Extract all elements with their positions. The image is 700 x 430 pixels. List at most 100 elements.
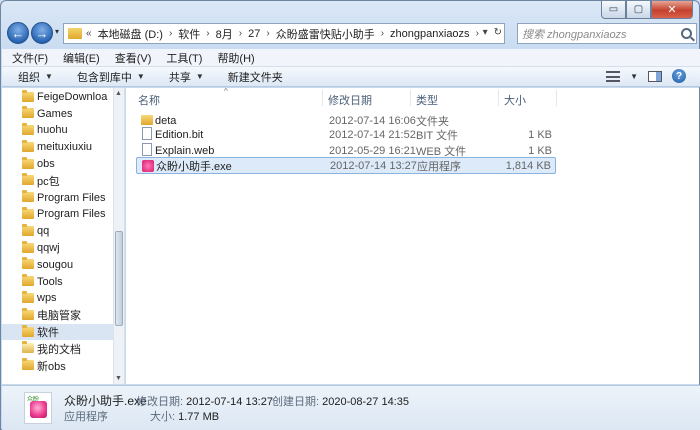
breadcrumb-separator[interactable]: › <box>476 28 479 39</box>
column-divider[interactable] <box>498 90 499 106</box>
file-modified: 2012-07-14 13:27 <box>330 159 417 172</box>
file-name: Edition.bit <box>155 128 204 141</box>
caption-buttons: ▭ ▢ ✕ <box>601 1 693 19</box>
details-modified-value: 2012-07-14 13:27 <box>186 396 273 408</box>
back-button[interactable]: ← <box>7 22 29 44</box>
nav-item-feigedownload[interactable]: FeigeDownloa <box>2 89 124 106</box>
search-placeholder: 搜索 zhongpanxiaozs <box>522 28 627 41</box>
nav-item-pc-manager[interactable]: 电脑管家 <box>2 307 124 324</box>
recent-pages-dropdown-icon[interactable]: ▾ <box>55 27 59 36</box>
nav-item-qqwj[interactable]: qqwj <box>2 240 124 257</box>
navigation-row: ← → ▾ « 本地磁盘 (D:) › 软件 › 8月 › 27 › 众盼盛雷快… <box>5 21 697 47</box>
file-modified: 2012-07-14 21:52 <box>329 128 416 141</box>
new-folder-label: 新建文件夹 <box>227 71 283 84</box>
search-icon[interactable] <box>681 28 692 39</box>
file-size: 1,814 KB <box>505 159 551 172</box>
organize-button[interactable]: 组织 ▼ <box>18 69 53 85</box>
nav-item-games[interactable]: Games <box>2 105 124 122</box>
close-icon: ✕ <box>667 4 677 16</box>
address-history-dropdown-icon[interactable]: ▾ <box>483 27 488 38</box>
column-divider[interactable] <box>556 90 557 106</box>
file-icon <box>142 127 152 140</box>
nav-item-program-files-x86[interactable]: Program Files <box>2 206 124 223</box>
breadcrumb-separator[interactable]: › <box>169 28 172 39</box>
details-modified: 修改日期: 2012-07-14 13:27 <box>136 393 273 409</box>
include-in-library-button[interactable]: 包含到库中 ▼ <box>77 69 145 85</box>
minimize-button[interactable]: ▭ <box>601 1 626 19</box>
close-button[interactable]: ✕ <box>651 1 693 19</box>
app-logo-icon <box>30 401 47 418</box>
file-row[interactable]: Edition.bit 2012-07-14 21:52 BIT 文件 1 KB <box>136 126 556 143</box>
sort-ascending-icon: ^ <box>224 87 228 96</box>
column-divider[interactable] <box>322 90 323 106</box>
maximize-button[interactable]: ▢ <box>626 1 651 19</box>
nav-item-huohu[interactable]: huohu <box>2 122 124 139</box>
chevron-down-icon: ▼ <box>45 72 53 81</box>
nav-item-software[interactable]: 软件 <box>2 323 124 341</box>
nav-item-pc-bao[interactable]: pc包 <box>2 172 124 189</box>
nav-item-label: wps <box>37 292 57 305</box>
new-folder-button[interactable]: 新建文件夹 <box>228 69 283 85</box>
folder-icon <box>22 274 34 287</box>
breadcrumb-august[interactable]: 8月 <box>216 26 233 42</box>
nav-item-label: Games <box>37 107 73 120</box>
forward-button[interactable]: → <box>31 22 53 44</box>
documents-folder-icon <box>22 341 34 354</box>
column-size[interactable]: 大小 <box>504 92 526 108</box>
scroll-down-icon[interactable]: ▼ <box>115 375 122 382</box>
share-label: 共享 <box>168 71 191 84</box>
menu-file[interactable]: 文件(F) <box>12 50 48 66</box>
command-bar: 组织 ▼ 包含到库中 ▼ 共享 ▼ 新建文件夹 ▼ ? <box>2 67 700 87</box>
column-type[interactable]: 类型 <box>416 92 438 108</box>
nav-item-label: Program Files <box>37 191 106 204</box>
file-list: ^ 名称 修改日期 类型 大小 deta 2012-07-14 16:06 文件… <box>126 87 699 384</box>
nav-item-new-obs[interactable]: 新obs <box>2 357 124 374</box>
folder-icon <box>22 173 34 186</box>
nav-item-tools[interactable]: Tools <box>2 273 124 290</box>
change-view-icon[interactable] <box>606 70 621 82</box>
nav-item-qq[interactable]: qq <box>2 223 124 240</box>
breadcrumb-separator[interactable]: › <box>266 28 269 39</box>
nav-item-obs[interactable]: obs <box>2 156 124 173</box>
nav-item-sougou[interactable]: sougou <box>2 256 124 273</box>
folder-icon <box>22 240 34 253</box>
file-row-selected[interactable]: 众盼小助手.exe 2012-07-14 13:27 应用程序 1,814 KB <box>136 157 556 174</box>
nav-item-meituxiuxiu[interactable]: meituxiuxiu <box>2 139 124 156</box>
breadcrumb-current[interactable]: zhongpanxiaozs <box>390 28 470 40</box>
breadcrumb-27[interactable]: 27 <box>248 28 260 40</box>
column-name[interactable]: 名称 <box>138 92 160 108</box>
breadcrumb-software[interactable]: 软件 <box>178 26 200 42</box>
menu-edit[interactable]: 编辑(E) <box>63 50 100 66</box>
menu-view[interactable]: 查看(V) <box>115 50 152 66</box>
details-modified-label: 修改日期: <box>136 396 184 408</box>
share-button[interactable]: 共享 ▼ <box>169 69 204 85</box>
search-box[interactable]: 搜索 zhongpanxiaozs <box>517 23 697 44</box>
nav-item-label: qq <box>37 225 50 238</box>
nav-item-label: 电脑管家 <box>37 310 81 323</box>
refresh-icon[interactable]: ↻ <box>494 27 502 38</box>
scrollbar-thumb[interactable] <box>115 231 123 326</box>
crumb-overflow[interactable]: « <box>86 28 92 39</box>
column-modified[interactable]: 修改日期 <box>328 92 372 108</box>
address-bar[interactable]: « 本地磁盘 (D:) › 软件 › 8月 › 27 › 众盼盛雷快贴小助手 ›… <box>63 23 505 44</box>
breadcrumb-separator[interactable]: › <box>206 28 209 39</box>
folder-icon <box>22 307 34 320</box>
preview-pane-icon[interactable] <box>648 70 662 82</box>
nav-item-my-documents[interactable]: 我的文档 <box>2 340 124 357</box>
nav-item-program-files[interactable]: Program Files <box>2 189 124 206</box>
breadcrumb-helper[interactable]: 众盼盛雷快贴小助手 <box>276 26 375 42</box>
file-modified: 2012-05-29 16:21 <box>329 144 416 157</box>
nav-item-label: obs <box>37 158 55 171</box>
view-dropdown-icon[interactable]: ▼ <box>630 72 638 81</box>
scroll-up-icon[interactable]: ▲ <box>115 90 122 97</box>
breadcrumb-drive[interactable]: 本地磁盘 (D:) <box>98 26 163 42</box>
menu-tools[interactable]: 工具(T) <box>166 50 202 66</box>
nav-item-wps[interactable]: wps <box>2 290 124 307</box>
navigation-scrollbar[interactable]: ▲ ▼ <box>113 88 124 384</box>
column-divider[interactable] <box>410 90 411 106</box>
help-icon[interactable]: ? <box>672 69 686 83</box>
breadcrumb-separator[interactable]: › <box>381 28 384 39</box>
breadcrumb-separator[interactable]: › <box>239 28 242 39</box>
menu-help[interactable]: 帮助(H) <box>217 50 254 66</box>
details-size: 大小: 1.77 MB <box>150 408 219 424</box>
